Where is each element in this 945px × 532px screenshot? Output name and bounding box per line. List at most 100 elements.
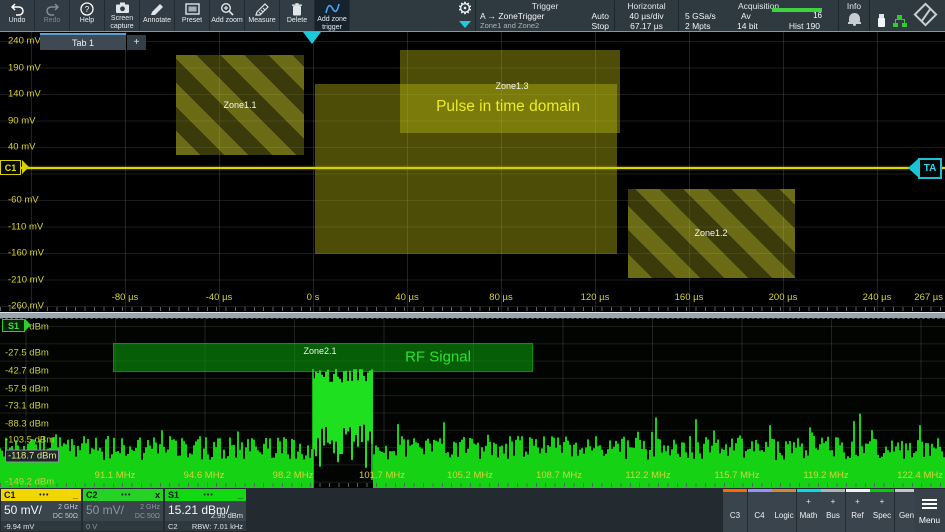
- minimize-icon[interactable]: _: [73, 490, 78, 500]
- dock-bus-button[interactable]: +Bus: [821, 489, 845, 532]
- x-axis-label: 160 µs: [675, 292, 704, 303]
- x-axis-label: 98.2 MHz: [273, 470, 314, 481]
- horizontal-scale: 40 µs/div: [615, 11, 678, 21]
- time-domain-diagram[interactable]: Tab 1 + Zone1.1 Zone1.3 Zone1.2 Pulse in…: [0, 32, 945, 312]
- dock-ref-button[interactable]: +Ref: [846, 489, 870, 532]
- y-axis-label: -73.1 dBm: [5, 401, 49, 412]
- drag-dots-icon: •••: [179, 492, 238, 499]
- measure-icon: [255, 2, 269, 16]
- x-axis-label: 94.6 MHz: [184, 470, 225, 481]
- x-axis-label: 108.7 MHz: [536, 470, 582, 481]
- menu-label: Menu: [914, 515, 945, 525]
- help-icon: ?: [80, 2, 94, 16]
- toolbar-measure-button[interactable]: Measure: [245, 0, 280, 31]
- trigger-mode: Auto: [592, 11, 610, 21]
- trigger-state: Stop: [592, 21, 610, 31]
- y-axis-label: -60 mV: [8, 195, 39, 206]
- trigger-status-panel[interactable]: Trigger A → ZoneTriggerAuto Zone1 and Zo…: [475, 0, 614, 31]
- c2-bandwidth: 2 GHz: [140, 504, 160, 511]
- spectrum-diagram[interactable]: Zone2.1 RF Signal S1 -12.3 dBm-27.5 dBm-…: [0, 318, 945, 488]
- toolbar-delete-button[interactable]: Delete: [280, 0, 315, 31]
- y-axis-label: 190 mV: [8, 62, 41, 73]
- trigger-level-tag[interactable]: TA: [918, 158, 942, 179]
- oscilloscope-screen: UndoRedo?HelpScreen captureAnnotatePrese…: [0, 0, 945, 532]
- toolbar-screen-capture-button[interactable]: Screen capture: [105, 0, 140, 31]
- average-count: 16: [813, 11, 822, 20]
- badge-title: S1: [168, 490, 179, 500]
- y-axis-label: 240 mV: [8, 36, 41, 47]
- trash-icon: [291, 2, 303, 16]
- zone1-3-label: Zone1.3: [495, 81, 528, 91]
- y-axis-label: -149.2 dBm: [5, 477, 54, 488]
- signal-bar: C1•••_ 50 mV/2 GHzDC 50Ω -9.94 mV C2•••x…: [0, 488, 945, 532]
- channel-color-stripe: [846, 489, 870, 492]
- acquisition-status-panel[interactable]: Acquisition 5 GSa/sAv16 2 Mpts14 bitHist…: [678, 0, 838, 31]
- pulse-caption: Pulse in time domain: [436, 98, 580, 116]
- c1-offset: -9.94 mV: [4, 522, 34, 531]
- record-length: 2 Mpts: [685, 21, 711, 31]
- dock-math-button[interactable]: +Math: [797, 489, 821, 532]
- zone2-1-label: Zone2.1: [303, 346, 336, 356]
- trigger-position-marker[interactable]: [303, 32, 321, 44]
- minimize-icon[interactable]: _: [238, 490, 243, 500]
- channel-color-stripe: [748, 489, 772, 492]
- close-icon[interactable]: x: [155, 490, 160, 500]
- x-axis-label: 40 µs: [395, 292, 418, 303]
- c1-channel-badge[interactable]: C1•••_ 50 mV/2 GHzDC 50Ω -9.94 mV: [1, 489, 81, 531]
- s1-spectrum-badge[interactable]: S1•••_ 15.21 dBm/2.95 dBm C2RBW: 7.01 kH…: [165, 489, 246, 531]
- zoom-icon: [220, 2, 234, 16]
- toolbar-add-zoom-button[interactable]: Add zoom: [210, 0, 245, 31]
- c2-scale: 50 mV/: [86, 503, 124, 517]
- add-icon: +: [821, 497, 845, 506]
- toolbar-undo-button[interactable]: Undo: [0, 0, 35, 31]
- s1-source: C2: [168, 522, 178, 531]
- notification-bell-icon[interactable]: [848, 13, 861, 25]
- x-axis-label: 200 µs: [769, 292, 798, 303]
- x-axis-label: -80 µs: [112, 292, 139, 303]
- x-axis-label: 101.7 MHz: [359, 470, 405, 481]
- tab-tab1[interactable]: Tab 1: [40, 33, 126, 50]
- add-tab-button[interactable]: +: [127, 35, 146, 50]
- s1-spectrum-tag[interactable]: S1: [2, 319, 25, 332]
- c1-channel-tag[interactable]: C1: [0, 160, 21, 175]
- toolbar-redo-button[interactable]: Redo: [35, 0, 70, 31]
- s1-reference-level: 2.95 dBm: [211, 511, 243, 520]
- menu-button[interactable]: Menu: [914, 489, 945, 532]
- acquisition-progress-bar: [772, 8, 822, 12]
- toolbar-help-button[interactable]: ?Help: [70, 0, 105, 31]
- zone-wave-icon: [324, 2, 341, 15]
- info-panel[interactable]: Info: [838, 0, 870, 31]
- c2-channel-badge[interactable]: C2•••x 50 mV/2 GHzDC 50Ω 0 V: [83, 489, 163, 531]
- dock-spec-button[interactable]: +Spec: [870, 489, 894, 532]
- toolbar-buttons: UndoRedo?HelpScreen captureAnnotatePrese…: [0, 0, 350, 31]
- undo-icon: [10, 2, 25, 16]
- badge-title: C2: [86, 490, 98, 500]
- dock-logic-button[interactable]: Logic: [772, 489, 796, 532]
- channel-color-stripe: [772, 489, 796, 492]
- dock-c3-button[interactable]: C3: [723, 489, 747, 532]
- toolbar-annotate-button[interactable]: Annotate: [140, 0, 175, 31]
- drag-dots-icon: •••: [98, 492, 155, 499]
- y-axis-label: -88.3 dBm: [5, 419, 49, 430]
- toolbar-add-zone-trigger-button[interactable]: Add zone trigger: [315, 0, 350, 31]
- trigger-panel-title: Trigger: [476, 0, 614, 11]
- rf-signal-caption: RF Signal: [405, 349, 471, 366]
- horizontal-status-panel[interactable]: Horizontal 40 µs/div 67.17 µs: [614, 0, 678, 31]
- axis-tick-strip: [0, 307, 945, 311]
- zone1-1-label: Zone1.1: [223, 100, 256, 110]
- channel-color-stripe: [870, 489, 894, 492]
- dock-c4-button[interactable]: C4: [748, 489, 772, 532]
- channel-color-stripe: [821, 489, 845, 492]
- c1-bandwidth: 2 GHz: [58, 504, 78, 511]
- diagram-splitter-handle[interactable]: [0, 312, 945, 318]
- y-axis-label: -110 mV: [8, 221, 43, 232]
- zone1-3[interactable]: [400, 50, 620, 133]
- sample-rate: 5 GSa/s: [685, 11, 716, 21]
- axis-tick-strip: [0, 483, 945, 487]
- camera-icon: [115, 2, 130, 14]
- lan-network-icon: [893, 15, 907, 27]
- x-axis-label: 112.2 MHz: [625, 470, 670, 481]
- toolbar-preset-button[interactable]: Preset: [175, 0, 210, 31]
- top-toolbar: UndoRedo?HelpScreen captureAnnotatePrese…: [0, 0, 945, 32]
- c2-offset: 0 V: [86, 522, 97, 531]
